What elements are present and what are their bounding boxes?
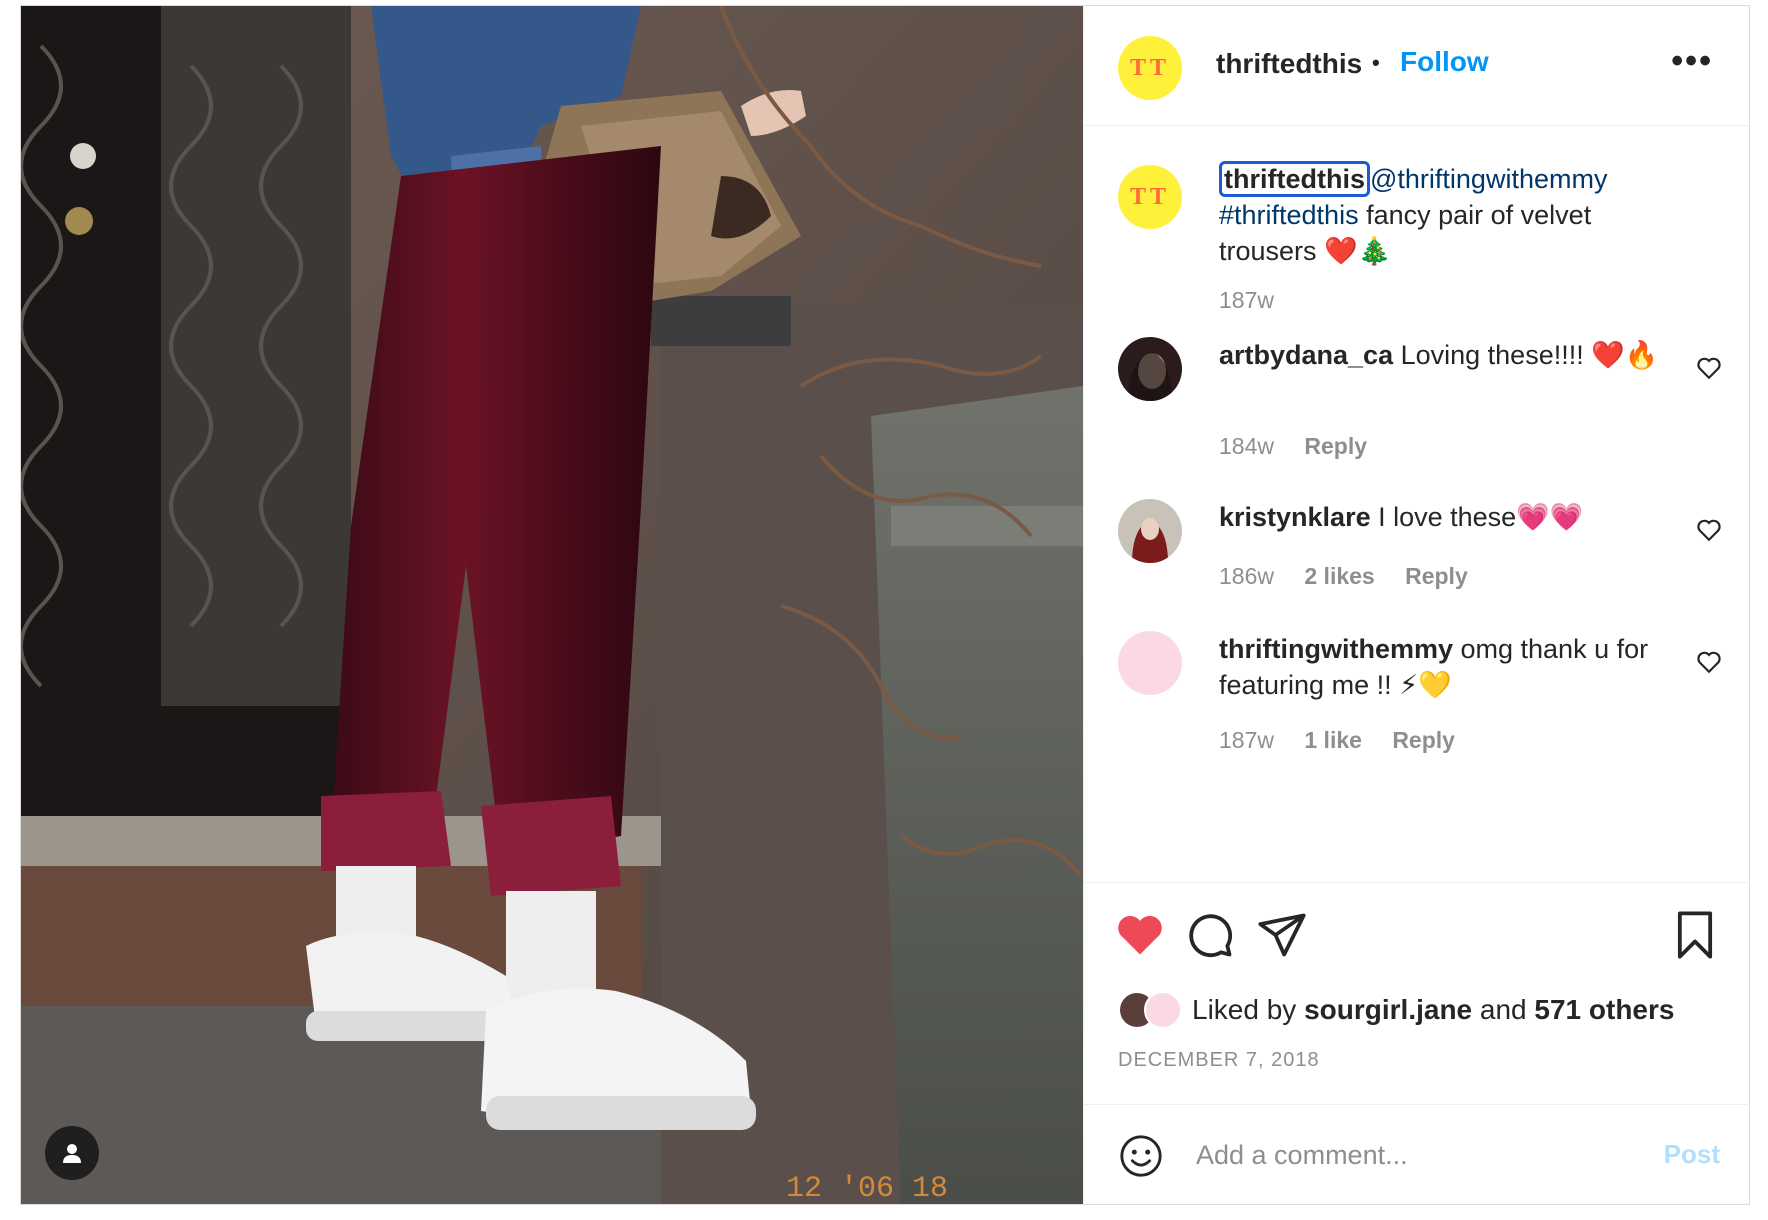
author-avatar[interactable]: TT	[1118, 36, 1182, 100]
comment-row: thriftingwithemmy omg thank u for featur…	[1084, 631, 1750, 771]
comment-meta: 186w 2 likes Reply	[1219, 563, 1492, 590]
caption-author-link[interactable]: thriftedthis	[1219, 161, 1370, 197]
comment-like-heart-icon[interactable]	[1696, 649, 1722, 675]
post-actions: Liked by sourgirl.jane and 571 others DE…	[1084, 882, 1750, 1104]
post-comment-button[interactable]: Post	[1664, 1139, 1720, 1170]
post-header: TT thriftedthis • Follow •••	[1084, 6, 1749, 126]
comment-username[interactable]: thriftingwithemmy	[1219, 634, 1453, 664]
like-heart-icon[interactable]	[1114, 909, 1166, 961]
post-modal: 12 '06 18 TT thriftedthis • Follow ••• T…	[20, 5, 1750, 1205]
liked-by-text: Liked by sourgirl.jane and 571 others	[1192, 994, 1674, 1026]
comment-row: artbydana_ca Loving these!!!! ❤️🔥 184w R…	[1084, 337, 1750, 477]
comment-username[interactable]: kristynklare	[1219, 502, 1371, 532]
post-photo[interactable]: 12 '06 18	[21, 6, 1083, 1204]
liked-by-prefix: Liked by	[1192, 994, 1305, 1025]
avatar-initials: TT	[1129, 183, 1170, 210]
avatar-initials: TT	[1129, 54, 1170, 81]
caption-row: TT thriftedthis @thriftingwithemmy #thrif…	[1084, 147, 1750, 317]
share-icon[interactable]	[1256, 909, 1308, 961]
tagged-users-button[interactable]	[45, 1126, 99, 1180]
reply-button[interactable]: Reply	[1392, 727, 1455, 753]
reply-button[interactable]: Reply	[1405, 563, 1468, 589]
emoji-icon[interactable]	[1118, 1133, 1164, 1179]
follow-button[interactable]: Follow	[1400, 46, 1489, 78]
comment-avatar[interactable]	[1118, 631, 1182, 695]
caption-hashtag-link[interactable]: #thriftedthis	[1219, 200, 1359, 230]
liked-by-and: and	[1472, 994, 1535, 1025]
author-username[interactable]: thriftedthis	[1216, 48, 1362, 80]
comment-text: kristynklare I love these💗💗	[1219, 499, 1669, 535]
likes-count-link[interactable]: 571 others	[1534, 994, 1674, 1025]
post-date[interactable]: DECEMBER 7, 2018	[1118, 1049, 1320, 1072]
liked-by-user-link[interactable]: sourgirl.jane	[1304, 994, 1472, 1025]
add-comment-bar: Post	[1084, 1104, 1750, 1204]
bookmark-icon[interactable]	[1669, 909, 1721, 961]
comment-body: Loving these!!!! ❤️🔥	[1393, 340, 1659, 370]
comment-username[interactable]: artbydana_ca	[1219, 340, 1393, 370]
caption-mention-link[interactable]: @thriftingwithemmy	[1370, 164, 1607, 194]
comment-time[interactable]: 184w	[1219, 433, 1274, 459]
more-options-icon[interactable]: •••	[1671, 42, 1713, 81]
comment-like-heart-icon[interactable]	[1696, 355, 1722, 381]
comment-likes-count[interactable]: 2 likes	[1304, 563, 1374, 589]
comment-time[interactable]: 186w	[1219, 563, 1274, 589]
user-icon	[63, 1144, 81, 1163]
photo-date-stamp: 12 '06 18	[786, 1172, 948, 1204]
comment-input[interactable]	[1196, 1129, 1636, 1181]
comment-time[interactable]: 187w	[1219, 727, 1274, 753]
liked-by: Liked by sourgirl.jane and 571 others	[1118, 991, 1674, 1029]
caption-meta: 187w	[1219, 287, 1298, 314]
comments-list[interactable]: TT thriftedthis @thriftingwithemmy #thrif…	[1084, 127, 1750, 882]
comment-avatar[interactable]	[1118, 499, 1182, 563]
caption-text: thriftedthis @thriftingwithemmy #thrifted…	[1219, 161, 1669, 269]
comment-meta: 184w Reply	[1219, 433, 1391, 460]
caption-time[interactable]: 187w	[1219, 287, 1274, 313]
comment-text: artbydana_ca Loving these!!!! ❤️🔥	[1219, 337, 1669, 373]
header-separator: •	[1372, 50, 1380, 75]
comment-avatar[interactable]	[1118, 337, 1182, 401]
post-sidebar: TT thriftedthis • Follow ••• TT thrifted…	[1083, 6, 1750, 1204]
reply-button[interactable]: Reply	[1304, 433, 1367, 459]
liker-avatar[interactable]	[1144, 991, 1182, 1029]
caption-author-avatar[interactable]: TT	[1118, 165, 1182, 229]
post-photo-image: 12 '06 18	[21, 6, 1083, 1204]
comment-body: I love these💗💗	[1370, 502, 1584, 532]
comment-meta: 187w 1 like Reply	[1219, 727, 1479, 754]
comment-likes-count[interactable]: 1 like	[1304, 727, 1362, 753]
comment-row: kristynklare I love these💗💗 186w 2 likes…	[1084, 499, 1750, 619]
comment-text: thriftingwithemmy omg thank u for featur…	[1219, 631, 1669, 703]
comment-like-heart-icon[interactable]	[1696, 517, 1722, 543]
comment-icon[interactable]	[1184, 909, 1236, 961]
